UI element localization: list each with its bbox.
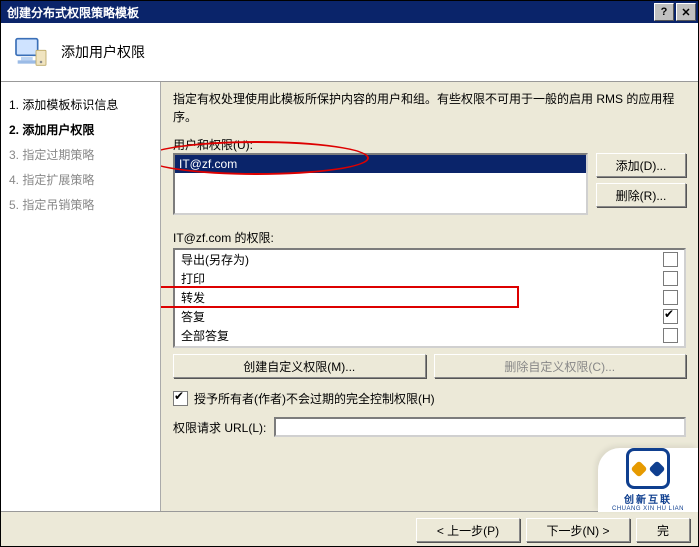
delete-custom-permission-button: 删除自定义权限(C)...	[434, 354, 687, 378]
url-label: 权限请求 URL(L):	[173, 419, 266, 436]
create-custom-permission-button[interactable]: 创建自定义权限(M)...	[173, 354, 426, 378]
watermark: 创新互联 CHUANG XIN HU LIAN	[598, 448, 698, 512]
step-3: 3. 指定过期策略	[7, 142, 154, 167]
permission-row[interactable]: 答复	[175, 307, 684, 326]
titlebar-buttons: ? ✕	[654, 3, 696, 21]
permission-row[interactable]: 导出(另存为)	[175, 250, 684, 269]
watermark-text-en: CHUANG XIN HU LIAN	[612, 506, 684, 512]
wizard-header: 添加用户权限	[1, 23, 698, 82]
dialog-window: 创建分布式权限策略模板 ? ✕ 添加用户权限 1. 添加模板标识信息 2. 添加…	[0, 0, 699, 547]
step-5: 5. 指定吊销策略	[7, 192, 154, 217]
author-full-control-label: 授予所有者(作者)不会过期的完全控制权限(H)	[194, 390, 435, 407]
checkbox-icon[interactable]	[663, 328, 678, 343]
permission-row[interactable]: 打印	[175, 269, 684, 288]
users-label: 用户和权限(U):	[173, 136, 686, 153]
step-1[interactable]: 1. 添加模板标识信息	[7, 92, 154, 117]
checkbox-icon[interactable]	[663, 271, 678, 286]
next-button[interactable]: 下一步(N) >	[526, 518, 630, 542]
remove-button[interactable]: 删除(R)...	[596, 183, 686, 207]
wizard-footer: < 上一步(P) 下一步(N) > 完	[1, 511, 698, 547]
help-button[interactable]: ?	[654, 3, 674, 21]
step-4: 4. 指定扩展策略	[7, 167, 154, 192]
permissions-label: IT@zf.com 的权限:	[173, 229, 686, 246]
url-input[interactable]	[274, 417, 686, 437]
add-button[interactable]: 添加(D)...	[596, 153, 686, 177]
wizard-icon	[11, 32, 51, 72]
author-full-control-checkbox[interactable]	[173, 391, 188, 406]
watermark-logo-icon	[626, 448, 670, 489]
close-button[interactable]: ✕	[676, 3, 696, 21]
description-text: 指定有权处理使用此模板所保护内容的用户和组。有些权限不可用于一般的启用 RMS …	[173, 90, 686, 126]
users-listbox[interactable]: IT@zf.com	[173, 153, 588, 215]
permission-row[interactable]: 转发	[175, 288, 684, 307]
wizard-header-title: 添加用户权限	[61, 42, 145, 62]
permissions-listbox[interactable]: 导出(另存为) 打印 转发 答复 全部答复	[173, 248, 686, 348]
step-2[interactable]: 2. 添加用户权限	[7, 117, 154, 142]
permission-row[interactable]: 全部答复	[175, 326, 684, 345]
window-title: 创建分布式权限策略模板	[7, 4, 139, 21]
checkbox-icon[interactable]	[663, 252, 678, 267]
back-button[interactable]: < 上一步(P)	[416, 518, 520, 542]
watermark-text-cn: 创新互联	[624, 491, 672, 506]
titlebar: 创建分布式权限策略模板 ? ✕	[1, 1, 698, 23]
wizard-content: 指定有权处理使用此模板所保护内容的用户和组。有些权限不可用于一般的启用 RMS …	[161, 82, 698, 511]
user-item-selected[interactable]: IT@zf.com	[175, 155, 586, 173]
checkbox-icon[interactable]	[663, 290, 678, 305]
finish-button[interactable]: 完	[636, 518, 690, 542]
checkbox-icon[interactable]	[663, 309, 678, 324]
wizard-steps: 1. 添加模板标识信息 2. 添加用户权限 3. 指定过期策略 4. 指定扩展策…	[1, 82, 161, 511]
